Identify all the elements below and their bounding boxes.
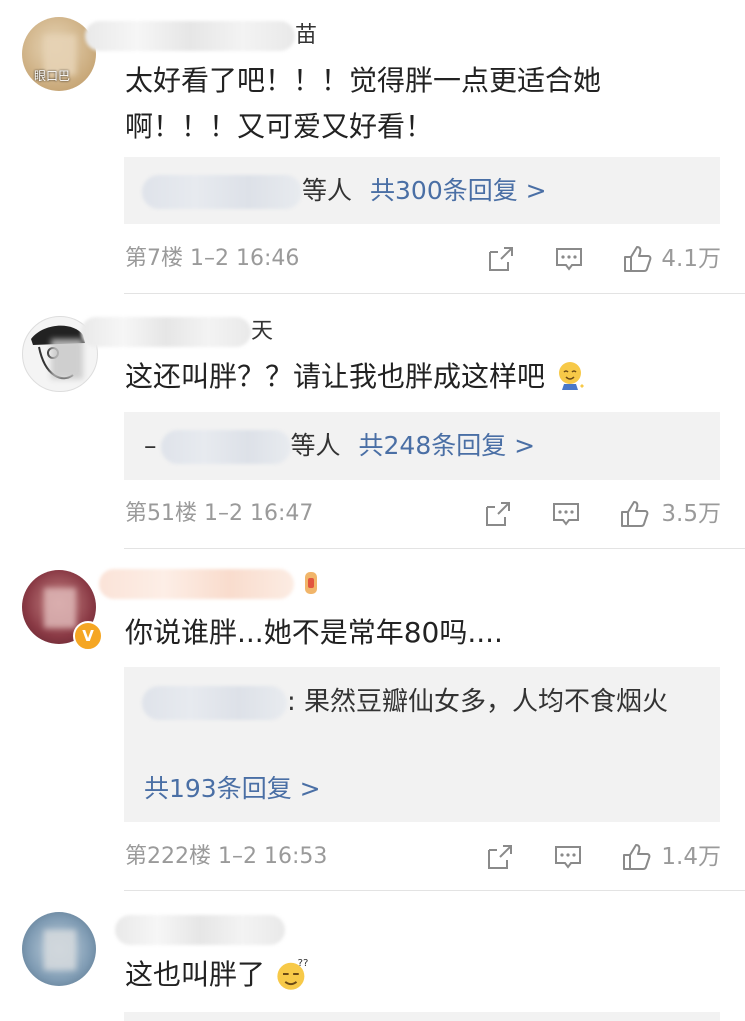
share-icon[interactable] bbox=[482, 498, 514, 530]
share-icon[interactable] bbox=[485, 243, 517, 275]
avatar[interactable]: 眼口巴 bbox=[22, 17, 96, 91]
like-count: 4.1万 bbox=[661, 246, 721, 272]
crying-laughing-emoji bbox=[558, 362, 584, 390]
comment-icon[interactable] bbox=[550, 498, 582, 530]
username-suffix: 苗 bbox=[295, 23, 318, 48]
username[interactable]: 天 bbox=[81, 316, 274, 348]
divider bbox=[124, 890, 745, 891]
username-mask bbox=[85, 21, 295, 51]
username[interactable]: 苗 bbox=[85, 20, 318, 52]
username[interactable] bbox=[99, 568, 321, 600]
reply-summary: – 等人 共248条回复 > bbox=[144, 426, 535, 466]
comment-meta: 第222楼 1–2 16:53 1.4万 bbox=[125, 839, 721, 875]
user-medal-icon bbox=[305, 572, 317, 594]
like-icon[interactable] bbox=[620, 841, 652, 873]
avatar[interactable] bbox=[22, 912, 96, 986]
username-suffix: 天 bbox=[251, 319, 274, 344]
reply-summary: 等人 共300条回复 > bbox=[142, 171, 547, 211]
avatar-caption: 眼口巴 bbox=[34, 69, 71, 83]
divider bbox=[124, 293, 745, 294]
reply-preview[interactable] bbox=[124, 1012, 720, 1021]
confused-sweat-emoji: ?? bbox=[277, 958, 309, 990]
reply-users-suffix: 等人 bbox=[290, 431, 341, 460]
svg-text:??: ?? bbox=[298, 958, 309, 969]
reply-users-mask bbox=[160, 430, 291, 464]
reply-preview[interactable]: : 果然豆瓣仙女多，人均不食烟火 共193条回复 > bbox=[124, 667, 720, 822]
username-mask bbox=[99, 569, 294, 599]
floor-and-time: 第7楼 1–2 16:46 bbox=[125, 246, 300, 271]
comment-1: 眼口巴 苗 太好看了吧！！！觉得胖一点更适合她啊！！！又可爱又好看！ 等人 共30… bbox=[0, 0, 745, 294]
comment-text: 你说谁胖...她不是常年80吗.... bbox=[125, 616, 503, 649]
username-mask bbox=[115, 915, 285, 945]
comment-text: 这也叫胖了 ?? bbox=[125, 958, 309, 991]
floor-and-time: 第222楼 1–2 16:53 bbox=[125, 844, 328, 869]
divider bbox=[124, 548, 745, 549]
like-count: 3.5万 bbox=[661, 501, 721, 527]
comment-icon[interactable] bbox=[552, 841, 584, 873]
comment-meta: 第51楼 1–2 16:47 3.5万 bbox=[125, 496, 721, 532]
verified-badge: V bbox=[73, 621, 103, 651]
reply-count-link[interactable]: 共248条回复 > bbox=[359, 431, 536, 460]
reply-user-mask bbox=[142, 685, 287, 720]
share-icon[interactable] bbox=[484, 841, 516, 873]
like-icon[interactable] bbox=[618, 498, 650, 530]
reply-preview[interactable]: – 等人 共248条回复 > bbox=[124, 412, 720, 480]
username-mask bbox=[81, 317, 251, 347]
reply-count-link[interactable]: 共300条回复 > bbox=[370, 176, 547, 205]
reply-users-mask bbox=[142, 175, 302, 209]
reply-preview[interactable]: 等人 共300条回复 > bbox=[124, 157, 720, 224]
comment-text: 太好看了吧！！！觉得胖一点更适合她啊！！！又可爱又好看！ bbox=[125, 64, 602, 143]
floor-and-time: 第51楼 1–2 16:47 bbox=[125, 501, 314, 526]
username[interactable] bbox=[115, 914, 285, 946]
comment-icon[interactable] bbox=[553, 243, 585, 275]
comment-text: 这还叫胖？？请让我也胖成这样吧 bbox=[125, 354, 685, 400]
like-count: 1.4万 bbox=[661, 844, 721, 870]
comment-meta: 第7楼 1–2 16:46 4.1万 bbox=[125, 241, 721, 277]
like-icon[interactable] bbox=[621, 243, 653, 275]
reply-users-suffix: 等人 bbox=[302, 176, 353, 205]
reply-quote: : 果然豆瓣仙女多，人均不食烟火 bbox=[142, 679, 684, 725]
reply-count-link[interactable]: 共193条回复 > bbox=[144, 769, 321, 809]
reply-quote-text: : 果然豆瓣仙女多，人均不食烟火 bbox=[287, 687, 669, 717]
reply-users-prefix: – bbox=[144, 431, 157, 460]
